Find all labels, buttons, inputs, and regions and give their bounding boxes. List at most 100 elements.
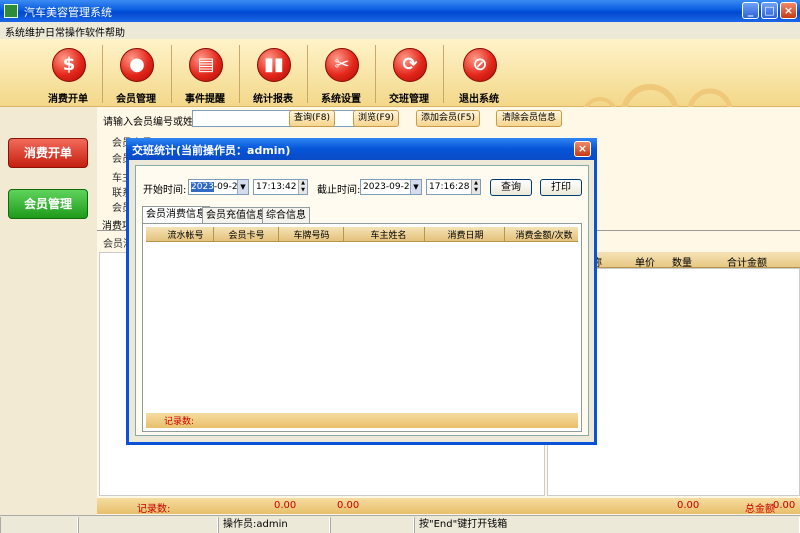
- shift-stats-dialog: 交班统计(当前操作员：admin) × 开始时间: 2023-09-20 ▼ 1…: [126, 138, 597, 445]
- column-divider: [504, 227, 505, 242]
- end-date-picker[interactable]: 2023-09-20 ▼: [360, 179, 422, 195]
- start-time-spinner[interactable]: 17:13:42 ▲ ▼: [253, 179, 308, 195]
- sidebar-member-button[interactable]: 会员管理: [8, 189, 88, 219]
- tool-member[interactable]: ● 会员管理: [105, 42, 167, 105]
- dialog-print-button[interactable]: 打印: [540, 179, 582, 196]
- toolbar-separator: [239, 45, 240, 103]
- dialog-body: 开始时间: 2023-09-20 ▼ 17:13:42 ▲ ▼ 截止时间: 202…: [135, 165, 589, 436]
- stop-icon: ⊘: [463, 48, 497, 82]
- column-divider: [424, 227, 425, 242]
- start-time-label: 开始时间:: [143, 185, 187, 196]
- dialog-title: 交班统计(当前操作员：admin): [132, 144, 291, 157]
- window-title: 汽车美容管理系统: [24, 6, 112, 19]
- toolbar-separator: [102, 45, 103, 103]
- close-button[interactable]: ×: [780, 2, 797, 19]
- col-total: 合计金额: [727, 258, 767, 269]
- tool-consume[interactable]: $ 消费开单: [37, 42, 99, 105]
- footer-value-2: 0.00: [337, 500, 360, 511]
- search-input[interactable]: [192, 110, 376, 127]
- dollar-icon: $: [52, 48, 86, 82]
- tool-reminder-label: 事件提醒: [185, 94, 225, 105]
- tool-member-label: 会员管理: [116, 94, 156, 105]
- end-time-label: 截止时间:: [317, 185, 361, 196]
- clear-member-button[interactable]: 清除会员信息: [496, 110, 562, 127]
- dialog-query-button[interactable]: 查询: [490, 179, 532, 196]
- col-owner: 车主姓名: [370, 231, 407, 241]
- browse-f9-button[interactable]: 浏览(F9): [353, 110, 399, 127]
- status-cell-empty: [330, 517, 414, 533]
- toolbar: $ 消费开单 ● 会员管理 ▤ 事件提醒 ▮▮ 统计报表 ✂ 系统设置 ⟳ 交班…: [0, 39, 800, 142]
- menu-system[interactable]: 系统维护: [5, 24, 45, 39]
- footer-value-3: 0.00: [677, 500, 700, 511]
- tools-icon: ✂: [325, 48, 359, 82]
- query-f8-button[interactable]: 查询(F8): [289, 110, 335, 127]
- dialog-grid-footer: 记录数:: [146, 413, 578, 428]
- tool-shift-label: 交班管理: [389, 94, 429, 105]
- end-time-value: 17:16:28: [429, 182, 470, 192]
- tool-report[interactable]: ▮▮ 统计报表: [242, 42, 304, 105]
- refresh-icon: ⟳: [393, 48, 427, 82]
- spin-arrows-icon[interactable]: ▲ ▼: [471, 180, 480, 194]
- start-time-value: 17:13:42: [256, 182, 297, 192]
- col-card-no: 会员卡号: [228, 231, 265, 241]
- col-date: 消费日期: [447, 231, 484, 241]
- search-row: 请输入会员编号或姓名 查询(F8) 浏览(F9) 添加会员(F5) 清除会员信息: [97, 107, 800, 131]
- app-icon: [4, 4, 18, 18]
- toolbar-separator: [375, 45, 376, 103]
- status-cell-empty: [0, 517, 78, 533]
- dialog-close-button[interactable]: ×: [574, 141, 591, 157]
- col-amount: 消费金额/次数: [515, 231, 573, 241]
- status-cell-empty: [78, 517, 218, 533]
- col-price: 单价: [635, 258, 655, 269]
- start-date-year: 2023: [191, 182, 214, 192]
- tool-exit-label: 退出系统: [459, 94, 499, 105]
- book-icon: ▤: [189, 48, 223, 82]
- total-value: 0.00: [773, 500, 796, 511]
- end-time-spinner[interactable]: 17:16:28 ▲ ▼: [426, 179, 481, 195]
- tool-consume-label: 消费开单: [48, 94, 88, 105]
- menubar: 系统维护 日常操作 软件帮助: [0, 22, 800, 39]
- dialog-grid[interactable]: 流水帐号 会员卡号 车牌号码 车主姓名 消费日期 消费金额/次数 记录数:: [142, 223, 582, 432]
- tool-report-label: 统计报表: [253, 94, 293, 105]
- tab-summary[interactable]: 综合信息: [262, 207, 310, 223]
- col-plate: 车牌号码: [293, 231, 330, 241]
- chevron-down-icon[interactable]: ▼: [237, 180, 248, 194]
- menu-help[interactable]: 软件帮助: [85, 24, 125, 39]
- toolbar-separator: [307, 45, 308, 103]
- footer-value-1: 0.00: [274, 500, 297, 511]
- tool-settings-label: 系统设置: [321, 94, 361, 105]
- tab-member-consume[interactable]: 会员消费信息: [142, 206, 210, 224]
- sidebar: 消费开单 会员管理: [0, 107, 97, 515]
- toolbar-separator: [171, 45, 172, 103]
- add-member-button[interactable]: 添加会员(F5): [416, 110, 480, 127]
- total-label: 总金额: [745, 504, 775, 515]
- end-date-value: 2023-09-20: [363, 182, 416, 192]
- column-divider: [343, 227, 344, 242]
- col-serial: 流水帐号: [167, 231, 204, 241]
- minimize-button[interactable]: _: [742, 2, 759, 19]
- dialog-tabs: 会员消费信息 会员充值信息 综合信息: [142, 206, 582, 224]
- tool-exit[interactable]: ⊘ 退出系统: [448, 42, 510, 105]
- dialog-records-label: 记录数:: [164, 417, 195, 427]
- status-operator: 操作员:admin: [218, 517, 330, 533]
- toolbar-separator: [443, 45, 444, 103]
- search-label: 请输入会员编号或姓名: [103, 117, 203, 128]
- maximize-button[interactable]: □: [761, 2, 778, 19]
- menu-daily[interactable]: 日常操作: [45, 24, 85, 39]
- column-divider: [213, 227, 214, 242]
- col-qty: 数量: [672, 258, 692, 269]
- status-hint: 按"End"键打开钱箱: [414, 517, 800, 533]
- start-date-picker[interactable]: 2023-09-20 ▼: [188, 179, 249, 195]
- tool-settings[interactable]: ✂ 系统设置: [310, 42, 372, 105]
- tool-shift[interactable]: ⟳ 交班管理: [378, 42, 440, 105]
- chevron-down-icon[interactable]: ▼: [410, 180, 421, 194]
- sidebar-consume-button[interactable]: 消费开单: [8, 138, 88, 168]
- records-label: 记录数:: [137, 504, 171, 515]
- dialog-titlebar: 交班统计(当前操作员：admin) ×: [126, 138, 597, 160]
- tool-reminder[interactable]: ▤ 事件提醒: [174, 42, 236, 105]
- column-divider: [278, 227, 279, 242]
- spin-arrows-icon[interactable]: ▲ ▼: [298, 180, 307, 194]
- bar-chart-icon: ▮▮: [257, 48, 291, 82]
- tab-member-recharge[interactable]: 会员充值信息: [202, 207, 270, 223]
- right-footer: 0.00 总金额 0.00: [547, 498, 800, 515]
